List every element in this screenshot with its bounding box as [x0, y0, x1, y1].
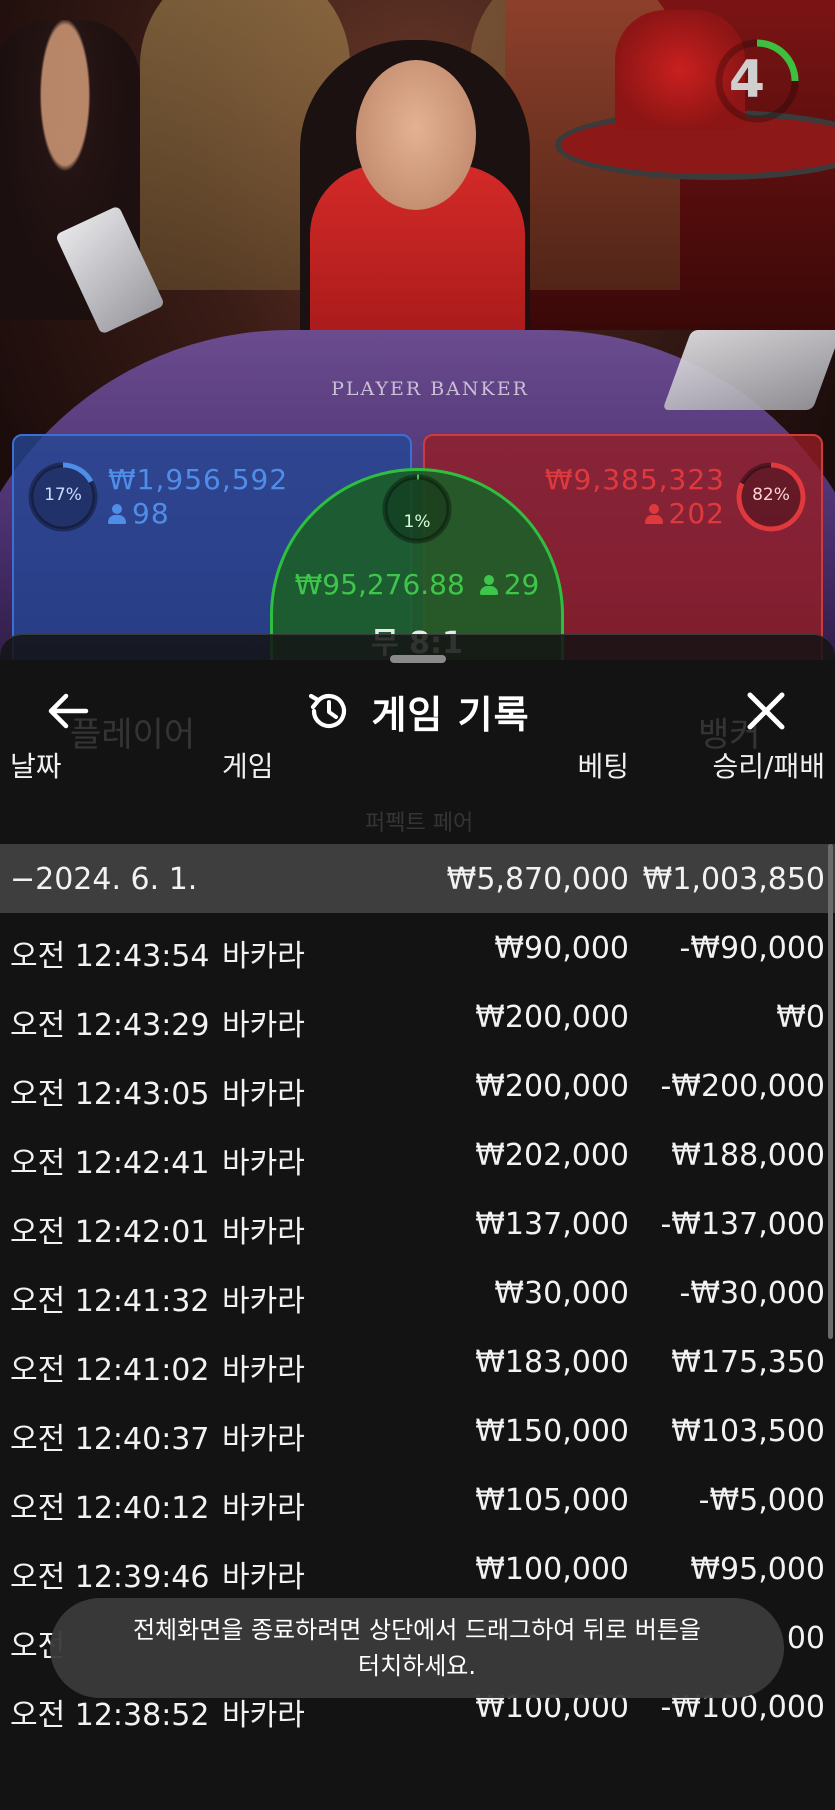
row-game: 바카라 — [222, 1422, 305, 1457]
row-bet: ₩105,000 — [475, 1483, 629, 1518]
history-row[interactable]: 오전 12:40:37 바카라 ₩150,000 ₩103,500 — [0, 1396, 835, 1465]
history-row[interactable]: 오전 12:39:46 바카라 ₩100,000 ₩95,000 — [0, 1534, 835, 1603]
person-icon — [108, 504, 126, 524]
row-date: 오전 12:41:02 — [10, 1353, 210, 1388]
row-bet: ₩200,000 — [475, 1000, 629, 1035]
player-bettor-count-value: 98 — [132, 497, 170, 530]
row-game: 바카라 — [222, 1146, 305, 1181]
row-date: 오전 12:43:54 — [10, 939, 210, 974]
row-game: 바카라 — [222, 1284, 305, 1319]
row-result: -₩200,000 — [660, 1069, 825, 1104]
row-bet: ₩100,000 — [475, 1552, 629, 1587]
history-row[interactable]: 오전 12:41:02 바카라 ₩183,000 ₩175,350 — [0, 1327, 835, 1396]
row-game: 바카라 — [222, 1215, 305, 1250]
column-header-result: 승리/패배 — [712, 750, 825, 783]
toast-line-1: 전체화면을 종료하려면 상단에서 드래그하여 뒤로 버튼을 — [132, 1616, 702, 1644]
list-scrollbar[interactable] — [828, 844, 833, 1339]
tie-bettor-count-value: 29 — [503, 568, 540, 601]
row-result: ₩103,500 — [671, 1414, 825, 1449]
row-bet: ₩30,000 — [494, 1276, 629, 1311]
history-row[interactable]: 오전 12:42:41 바카라 ₩202,000 ₩188,000 — [0, 1120, 835, 1189]
row-date: 오전 12:40:37 — [10, 1422, 210, 1457]
row-game: 바카라 — [222, 1491, 305, 1526]
tie-percent: 1% — [403, 512, 431, 532]
row-result: 00 — [786, 1621, 825, 1656]
row-game: 바카라 — [222, 939, 305, 974]
dealer-face — [356, 60, 476, 210]
row-result: ₩95,000 — [690, 1552, 825, 1587]
row-result: -₩137,000 — [660, 1207, 825, 1242]
table-print: PLAYER BANKER — [331, 378, 529, 400]
row-date: 오전 12:43:29 — [10, 1008, 210, 1043]
fullscreen-toast: 전체화면을 종료하려면 상단에서 드래그하여 뒤로 버튼을 터치하세요. — [50, 1598, 784, 1698]
history-row[interactable]: 오전 12:42:01 바카라 ₩137,000 -₩137,000 — [0, 1189, 835, 1258]
sheet-title: 게임 기록 — [371, 692, 530, 737]
row-bet: ₩202,000 — [475, 1138, 629, 1173]
banker-bet-amount: ₩9,385,323 — [544, 463, 725, 496]
card-shoe — [662, 330, 835, 410]
sheet-drag-handle[interactable] — [390, 655, 446, 663]
tie-bet-amount: ₩95,276.88 — [294, 568, 465, 601]
person-icon — [479, 575, 498, 595]
close-icon[interactable] — [740, 685, 792, 737]
row-result: ₩0 — [776, 1000, 825, 1035]
person-icon — [644, 504, 663, 524]
live-video-feed: PLAYER BANKER 4 17% ₩1,956,592 98 82% ₩9… — [0, 0, 835, 660]
row-date: 오전 12:41:32 — [10, 1284, 210, 1319]
history-row[interactable]: 오전 12:40:12 바카라 ₩105,000 -₩5,000 — [0, 1465, 835, 1534]
banker-bettor-count-value: 202 — [668, 497, 725, 530]
row-date: 오전 12:43:05 — [10, 1077, 210, 1112]
row-game: 바카라 — [222, 1353, 305, 1388]
column-header-bet: 베팅 — [577, 750, 629, 783]
column-header-game: 게임 — [222, 750, 274, 783]
row-result: -₩30,000 — [679, 1276, 825, 1311]
row-bet: ₩200,000 — [475, 1069, 629, 1104]
row-date: 오전 12:42:01 — [10, 1215, 210, 1250]
history-icon — [309, 693, 347, 729]
date-summary-row[interactable]: −2024. 6. 1. ₩5,870,000 ₩1,003,850 — [0, 844, 835, 913]
round-timer-value: 4 — [728, 50, 766, 110]
ghost-perfect-pair-label: 퍼펙트 페어 — [365, 811, 474, 836]
row-date: 오전 12:40:12 — [10, 1491, 210, 1526]
banker-bettor-count: 202 — [644, 497, 725, 530]
history-row[interactable]: 오전 12:41:32 바카라 ₩30,000 -₩30,000 — [0, 1258, 835, 1327]
history-row[interactable]: 오전 12:43:05 바카라 ₩200,000 -₩200,000 — [0, 1051, 835, 1120]
history-row[interactable]: 오전 12:43:54 바카라 ₩90,000 -₩90,000 — [0, 913, 835, 982]
banker-percent: 82% — [752, 485, 790, 505]
row-result: ₩175,350 — [671, 1345, 825, 1380]
row-game: 바카라 — [222, 1077, 305, 1112]
toast-line-2: 터치하세요. — [357, 1652, 477, 1680]
row-bet: ₩137,000 — [475, 1207, 629, 1242]
row-date: 오전 12:42:41 — [10, 1146, 210, 1181]
row-bet: ₩90,000 — [494, 931, 629, 966]
player-bettor-count: 98 — [108, 497, 170, 530]
tie-stats: ₩95,276.88 29 — [282, 568, 552, 601]
row-bet: ₩150,000 — [475, 1414, 629, 1449]
player-percent: 17% — [44, 485, 82, 505]
row-result: -₩5,000 — [698, 1483, 825, 1518]
tie-percent-ring — [382, 474, 452, 544]
row-bet: ₩183,000 — [475, 1345, 629, 1380]
summary-bet-total: ₩5,870,000 — [446, 862, 629, 897]
player-bet-amount: ₩1,956,592 — [108, 463, 289, 496]
row-result: -₩90,000 — [679, 931, 825, 966]
history-row[interactable]: 오전 12:43:29 바카라 ₩200,000 ₩0 — [0, 982, 835, 1051]
row-date: 오전 12:39:46 — [10, 1560, 210, 1595]
column-header-date: 날짜 — [10, 750, 62, 783]
row-game: 바카라 — [222, 1008, 305, 1043]
row-game: 바카라 — [222, 1560, 305, 1595]
row-result: ₩188,000 — [671, 1138, 825, 1173]
summary-date: −2024. 6. 1. — [10, 862, 198, 897]
sheet-header: 게임 기록 — [0, 685, 835, 737]
summary-result-total: ₩1,003,850 — [642, 862, 825, 897]
